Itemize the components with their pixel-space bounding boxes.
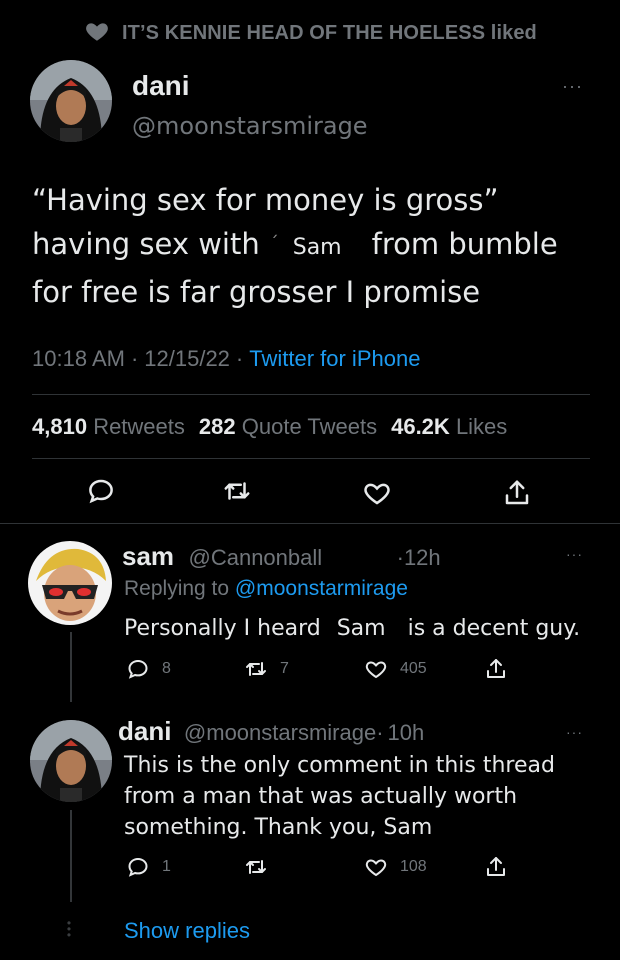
reply-header: sam @Cannonball ·12h — [122, 541, 441, 572]
reply-header: dani @moonstarsmirage· 10h — [118, 716, 424, 747]
retweets-count: 4,810 — [32, 414, 88, 439]
share-icon — [487, 659, 505, 678]
retweet-icon — [246, 860, 266, 874]
replying-to-handle[interactable]: @moonstarmirage — [235, 577, 408, 600]
like-action[interactable]: 108 — [364, 855, 427, 879]
more-replies-dots-icon: • • • — [66, 916, 72, 942]
share-action[interactable] — [484, 855, 508, 879]
reply-count: 1 — [162, 858, 171, 875]
reply-separator: · — [396, 545, 404, 570]
tweet-meta: 10:18 AM · 12/15/22 · Twitter for iPhone — [32, 346, 420, 372]
share-action[interactable] — [484, 657, 508, 681]
social-context-label[interactable]: IT’S KENNIE HEAD OF THE HOELESS liked — [122, 22, 537, 45]
tweet-date[interactable]: 12/15/22 — [144, 346, 230, 371]
reply-line-2: from a man that was actually worth — [124, 784, 518, 809]
retweets-stat[interactable]: 4,810 Retweets — [32, 414, 185, 439]
thread-line — [70, 810, 72, 902]
more-options-icon[interactable]: ··· — [562, 76, 583, 97]
tweet-stats: 4,810 Retweets 282 Quote Tweets 46.2K Like… — [32, 414, 507, 440]
reply-action[interactable]: 1 — [126, 855, 171, 879]
tweet-line-2: having sex with ´ Sam from bumble — [32, 222, 592, 270]
like-icon — [365, 859, 387, 877]
reply-line-3: something. Thank you, Sam — [124, 815, 433, 840]
reply-author-name[interactable]: sam — [122, 541, 174, 571]
author-handle[interactable]: @moonstarsmirage — [132, 112, 368, 140]
share-icon[interactable] — [502, 478, 532, 508]
heart-icon — [84, 18, 110, 49]
reply-icon — [128, 857, 148, 877]
quotes-count: 282 — [198, 414, 236, 439]
like-icon — [365, 661, 387, 679]
reply-text-end: is a decent guy. — [407, 616, 581, 641]
quotes-stat[interactable]: 282 Quote Tweets — [199, 414, 377, 439]
tweet-line-2-end: from bumble — [371, 227, 558, 261]
divider — [32, 394, 590, 395]
share-icon — [487, 857, 505, 876]
reply-text-start: Personally I heard — [124, 616, 321, 641]
like-count: 405 — [400, 660, 427, 677]
avatar[interactable] — [30, 720, 112, 802]
reply-time[interactable]: 10h — [388, 720, 425, 745]
social-context: IT’S KENNIE HEAD OF THE HOELESS liked — [84, 18, 537, 49]
reply-author-name[interactable]: dani — [118, 716, 171, 746]
retweet-icon[interactable] — [222, 476, 252, 506]
reply-line-1: This is the only comment in this thread — [124, 753, 555, 778]
quotes-label: Quote Tweets — [241, 414, 378, 439]
tweet-text: “Having sex for money is gross” having s… — [32, 178, 592, 314]
avatar[interactable] — [28, 541, 112, 625]
likes-stat[interactable]: 46.2K Likes — [391, 414, 507, 439]
retweets-label: Retweets — [93, 414, 185, 439]
tweet-name-sam: Sam — [292, 235, 342, 260]
tweet-mark: ´ — [269, 233, 279, 254]
reply-author-handle[interactable]: @Cannonball — [189, 545, 323, 570]
tweet-line-3: for free is far grosser I promise — [32, 275, 481, 309]
tweet-source[interactable]: Twitter for iPhone — [249, 346, 420, 371]
divider — [0, 523, 620, 524]
reply-count: 8 — [162, 660, 171, 677]
reply-text-sam: Sam — [336, 616, 386, 641]
divider — [32, 458, 590, 459]
avatar[interactable] — [30, 60, 112, 142]
tweet-time[interactable]: 10:18 AM — [32, 346, 125, 371]
likes-label: Likes — [455, 414, 508, 439]
reply-icon — [128, 659, 148, 679]
like-count: 108 — [400, 858, 427, 875]
meta-separator: · — [235, 346, 244, 371]
replying-to: Replying to @moonstarmirage — [124, 577, 408, 601]
author-name[interactable]: dani — [132, 70, 190, 102]
show-replies-link[interactable]: Show replies — [124, 918, 250, 944]
retweet-icon — [246, 662, 266, 676]
replying-to-label: Replying to — [124, 577, 230, 600]
like-icon[interactable] — [362, 478, 392, 508]
tweet-line-2-start: having sex with — [32, 227, 260, 261]
retweet-action[interactable] — [244, 855, 268, 879]
likes-count: 46.2K — [391, 414, 450, 439]
reply-text: Personally I heard Sam is a decent guy. — [124, 613, 580, 644]
retweet-action[interactable]: 7 — [244, 657, 289, 681]
reply-time[interactable]: 12h — [404, 545, 441, 570]
retweet-count: 7 — [280, 660, 289, 677]
reply-author-handle[interactable]: @moonstarsmirage — [184, 720, 376, 745]
tweet-line-1: “Having sex for money is gross” — [32, 183, 499, 217]
like-action[interactable]: 405 — [364, 657, 427, 681]
reply-text: This is the only comment in this thread … — [124, 750, 555, 843]
reply-separator: · — [376, 720, 384, 745]
reply-icon[interactable] — [86, 476, 116, 506]
more-options-icon[interactable]: ··· — [566, 724, 583, 740]
reply-action[interactable]: 8 — [126, 657, 171, 681]
meta-separator: · — [130, 346, 139, 371]
more-options-icon[interactable]: ··· — [566, 546, 583, 562]
thread-line — [70, 632, 72, 702]
